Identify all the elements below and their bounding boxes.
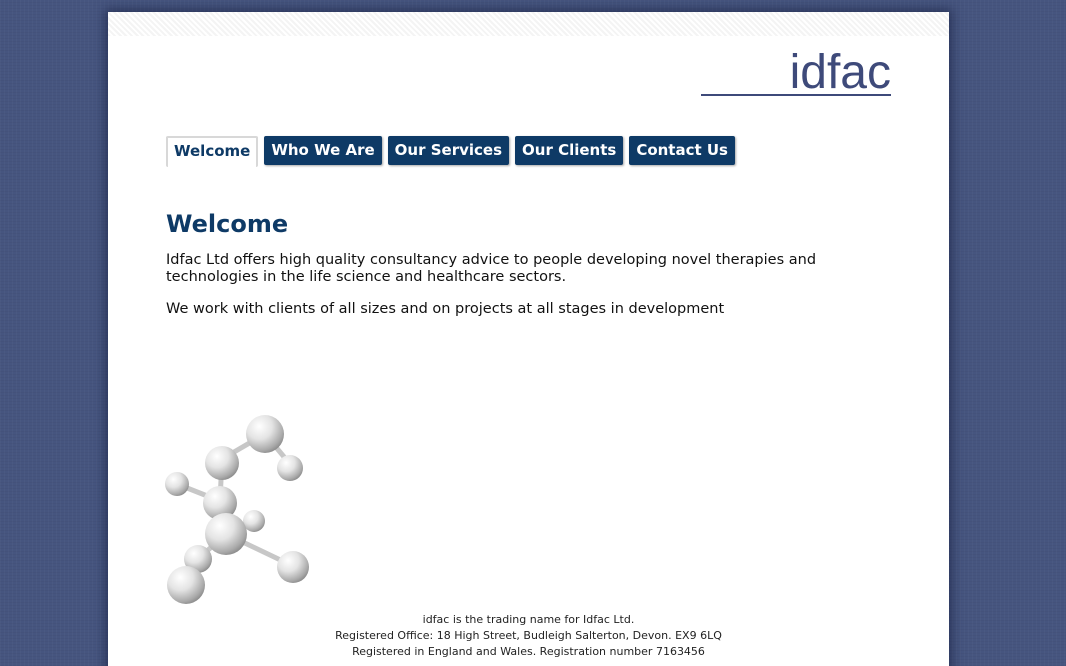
molecule-image: [165, 415, 309, 604]
tab-contact-us[interactable]: Contact Us: [629, 136, 735, 165]
tab-our-clients[interactable]: Our Clients: [515, 136, 624, 165]
tab-our-services[interactable]: Our Services: [387, 136, 510, 165]
atom: [205, 446, 239, 480]
atom: [205, 513, 247, 555]
atom: [167, 566, 205, 604]
footer-trading-name: idfac is the trading name for Idfac Ltd.: [422, 613, 635, 626]
main-nav: Welcome Who We Are Our Services Our Clie…: [166, 136, 735, 167]
header-pattern: [108, 12, 949, 36]
page-container: idfac Welcome Who We Are Our Services Ou…: [108, 12, 949, 666]
atom: [277, 455, 303, 481]
atom: [165, 472, 189, 496]
footer: idfac is the trading name for Idfac Ltd.…: [108, 612, 949, 660]
tab-welcome[interactable]: Welcome: [166, 136, 259, 167]
tab-who-we-are[interactable]: Who We Are: [264, 136, 382, 165]
main-content: Welcome Idfac Ltd offers high quality co…: [166, 208, 896, 333]
footer-registered-office: Registered Office: 18 High Street, Budle…: [335, 629, 722, 642]
intro-paragraph: Idfac Ltd offers high quality consultanc…: [166, 252, 817, 285]
atom: [246, 415, 284, 453]
clients-paragraph: We work with clients of all sizes and on…: [166, 301, 725, 317]
footer-registration: Registered in England and Wales. Registr…: [352, 645, 705, 658]
page-title: Welcome: [166, 210, 289, 238]
logo-text: idfac: [789, 46, 891, 99]
atom: [277, 551, 309, 583]
logo-underline: [701, 94, 891, 96]
logo[interactable]: idfac: [701, 46, 891, 99]
